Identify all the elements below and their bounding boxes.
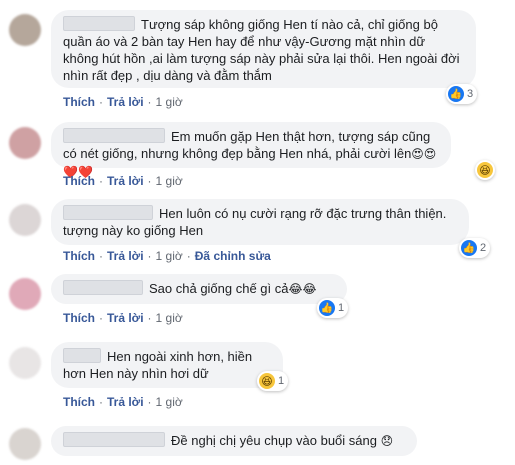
comment-text: Sao chả giống chế gì cả [149, 281, 289, 296]
comment-actions: Thích · Trả lời · 1 giờ [63, 395, 183, 409]
avatar[interactable] [9, 347, 41, 379]
comment-bubble: Hen ngoài xinh hơn, hiền hơn Hen này nhì… [51, 342, 283, 388]
comment-bubble: Đề nghị chị yêu chụp vào buổi sáng 😞 [51, 426, 417, 456]
commenter-name-redacted[interactable] [63, 280, 143, 295]
comment-bubble: Hen luôn có nụ cười rạng rỡ đặc trưng th… [51, 199, 469, 245]
reaction-count: 1 [278, 375, 285, 387]
comment-emoji: 😞 [380, 434, 394, 448]
comment-actions: Thích · Trả lời · 1 giờ · Đã chỉnh sửa [63, 249, 271, 263]
reaction-summary[interactable]: 👍 3 [446, 84, 478, 104]
comment-time[interactable]: 1 giờ [156, 95, 183, 109]
comment-text: Đề nghị chị yêu chụp vào buổi sáng [171, 433, 377, 448]
edited-link[interactable]: Đã chỉnh sửa [195, 249, 271, 263]
comment-bubble: Tượng sáp không giống Hen tí nào cả, chỉ… [51, 10, 476, 88]
comment-time[interactable]: 1 giờ [156, 174, 183, 188]
reaction-summary[interactable]: 😆 1 [257, 371, 289, 391]
reaction-summary[interactable]: 👍 1 [317, 298, 349, 318]
reply-link[interactable]: Trả lời [107, 311, 144, 325]
reply-link[interactable]: Trả lời [107, 95, 144, 109]
comment-time[interactable]: 1 giờ [156, 395, 183, 409]
reply-link[interactable]: Trả lời [107, 249, 144, 263]
commenter-name-redacted[interactable] [63, 16, 135, 31]
reaction-summary[interactable]: 👍 2 [459, 238, 491, 258]
comment-emoji: 😂😂 [288, 282, 317, 296]
like-link[interactable]: Thích [63, 311, 95, 325]
commenter-name-redacted[interactable] [63, 205, 153, 220]
commenter-name-redacted[interactable] [63, 432, 165, 447]
comment-bubble: Sao chả giống chế gì cả😂😂 [51, 274, 347, 304]
like-icon: 👍 [319, 300, 335, 316]
like-icon: 👍 [448, 86, 464, 102]
avatar[interactable] [9, 127, 41, 159]
comment-time[interactable]: 1 giờ [156, 249, 183, 263]
comment-actions: Thích · Trả lời · 1 giờ [63, 95, 183, 109]
reaction-count: 2 [480, 242, 487, 254]
reaction-summary[interactable]: 😆 [475, 160, 495, 180]
haha-icon: 😆 [477, 162, 493, 178]
like-link[interactable]: Thích [63, 95, 95, 109]
reply-link[interactable]: Trả lời [107, 174, 144, 188]
avatar[interactable] [9, 278, 41, 310]
like-link[interactable]: Thích [63, 395, 95, 409]
comment-time[interactable]: 1 giờ [156, 311, 183, 325]
like-icon: 👍 [461, 240, 477, 256]
avatar[interactable] [9, 428, 41, 460]
like-link[interactable]: Thích [63, 249, 95, 263]
comment-bubble: Em muốn gặp Hen thật hơn, tượng sáp cũng… [51, 122, 451, 179]
reaction-count: 1 [338, 302, 345, 314]
avatar[interactable] [9, 14, 41, 46]
comment-actions: Thích · Trả lời · 1 giờ [63, 174, 183, 188]
like-link[interactable]: Thích [63, 174, 95, 188]
reply-link[interactable]: Trả lời [107, 395, 144, 409]
reaction-count: 3 [467, 88, 474, 100]
haha-icon: 😆 [259, 373, 275, 389]
commenter-name-redacted[interactable] [63, 348, 101, 363]
commenter-name-redacted[interactable] [63, 128, 165, 143]
avatar[interactable] [9, 204, 41, 236]
comment-actions: Thích · Trả lời · 1 giờ [63, 311, 183, 325]
